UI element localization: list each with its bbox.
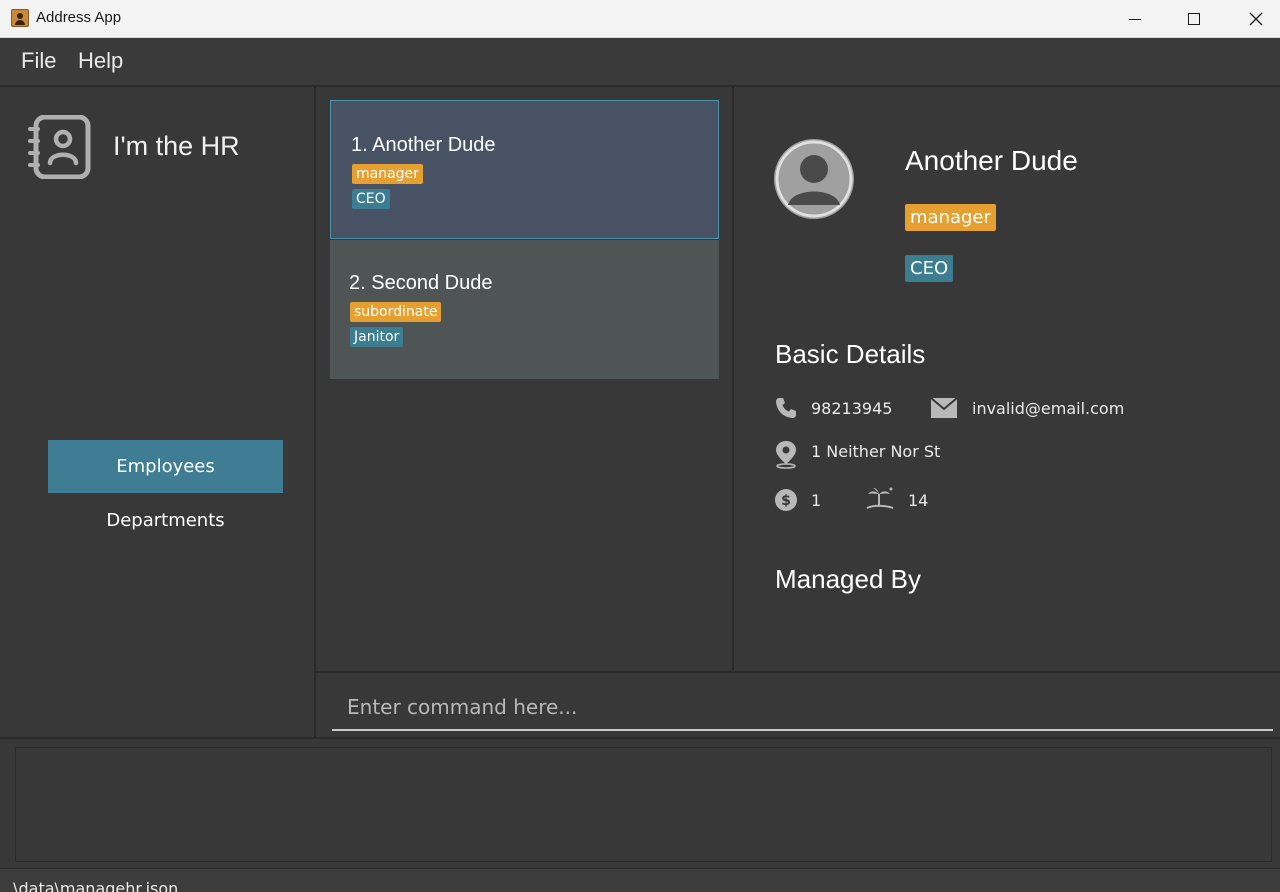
leave-days: 14 <box>908 491 929 510</box>
email-address: invalid@email.com <box>972 399 1125 418</box>
nav-departments-button[interactable]: Departments <box>48 505 283 535</box>
employee-name: 1. Another Dude <box>351 134 496 156</box>
avatar <box>774 139 854 219</box>
employee-list: 1. Another Dude manager CEO 2. Second Du… <box>316 85 734 671</box>
detail-name: Another Dude <box>905 145 1078 176</box>
app-brand: I'm the HR <box>113 131 240 161</box>
menu-file[interactable]: File <box>21 48 56 74</box>
command-input[interactable] <box>332 685 1273 731</box>
contact-book-icon <box>28 115 91 179</box>
close-icon <box>1249 12 1263 26</box>
employee-card[interactable]: 2. Second Dude subordinate Janitor <box>330 240 719 379</box>
menu-bar: File Help <box>0 38 1280 85</box>
user-icon <box>775 140 853 218</box>
dollar-icon: $ <box>775 489 797 511</box>
address: 1 Neither Nor St <box>811 442 941 461</box>
sidebar: I'm the HR Employees Departments <box>0 85 316 737</box>
status-bar: .\data\managehr.json <box>0 868 1280 892</box>
title-bar: Address App <box>0 0 1280 38</box>
location-pin-icon <box>776 441 796 469</box>
basic-details-heading: Basic Details <box>775 339 926 369</box>
minimize-button[interactable] <box>1104 0 1166 38</box>
app-icon <box>11 9 29 27</box>
title-tag: Janitor <box>350 327 404 347</box>
detail-role-tag: manager <box>905 204 996 231</box>
beach-icon <box>866 487 894 509</box>
managed-by-heading: Managed By <box>775 564 921 594</box>
employee-card[interactable]: 1. Another Dude manager CEO <box>330 100 719 239</box>
maximize-button[interactable] <box>1163 0 1225 38</box>
window-title: Address App <box>36 9 122 26</box>
salary-value: 1 <box>811 491 822 510</box>
role-tag: manager <box>352 164 423 184</box>
close-button[interactable] <box>1225 0 1280 38</box>
title-tag: CEO <box>352 189 390 209</box>
minimize-icon <box>1129 18 1141 20</box>
result-display-container <box>0 737 1280 868</box>
employee-detail-panel: Another Dude manager CEO Basic Details 9… <box>734 85 1280 671</box>
email-icon <box>930 397 958 418</box>
detail-title-tag: CEO <box>905 255 954 282</box>
menu-help[interactable]: Help <box>78 48 123 74</box>
employee-name: 2. Second Dude <box>349 272 493 294</box>
nav-employees-button[interactable]: Employees <box>48 440 283 493</box>
phone-number: 98213945 <box>811 399 893 418</box>
phone-icon <box>776 398 796 418</box>
svg-text:$: $ <box>781 493 791 509</box>
maximize-icon <box>1188 13 1200 25</box>
result-display[interactable] <box>15 747 1272 862</box>
command-box <box>316 671 1280 737</box>
role-tag: subordinate <box>350 302 442 322</box>
save-location: .\data\managehr.json <box>8 879 179 892</box>
